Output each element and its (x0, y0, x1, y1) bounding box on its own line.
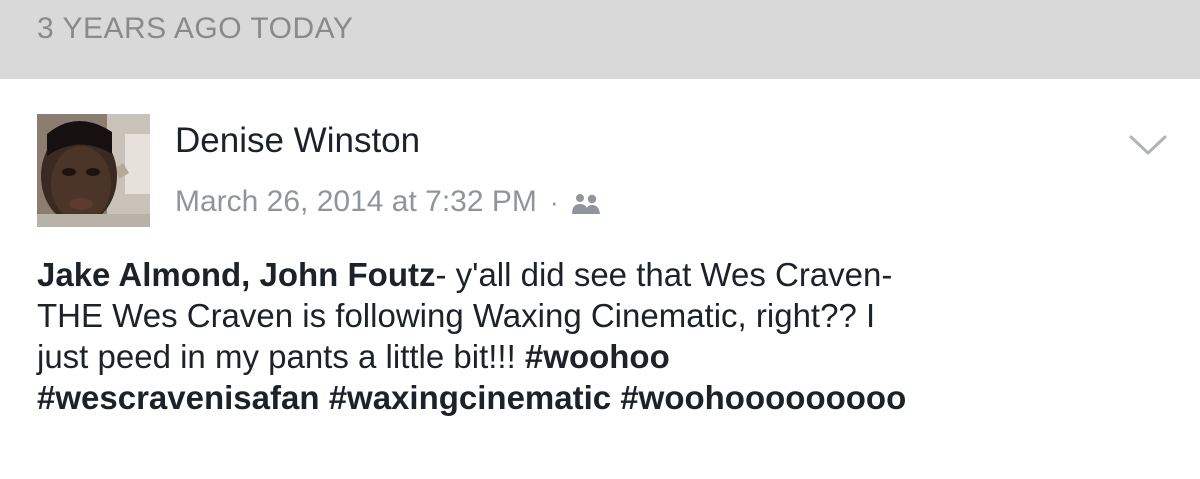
hashtag-link[interactable]: #woohoo (525, 338, 670, 375)
post-meta: March 26, 2014 at 7:32 PM · (175, 182, 605, 222)
post-line-1: Jake Almond, John Foutz- y'all did see t… (37, 254, 1177, 295)
post-line-2: THE Wes Craven is following Waxing Cinem… (37, 297, 876, 334)
tag-separator: , (241, 256, 260, 293)
friends-icon[interactable] (571, 190, 605, 214)
hashtag-link[interactable]: #waxingcinematic (329, 379, 611, 416)
post-line-4: #wescravenisafan #waxingcinematic #wooho… (37, 377, 1177, 418)
hashtag-link[interactable]: #wescravenisafan (37, 379, 320, 416)
post-text-segment: just peed in my pants a little bit!!! (37, 338, 525, 375)
post-text-segment: - y'all did see that Wes Craven- (435, 256, 893, 293)
memory-header-title: 3 YEARS AGO TODAY (37, 12, 354, 45)
post-line-3: just peed in my pants a little bit!!! #w… (37, 336, 1177, 377)
post-timestamp[interactable]: March 26, 2014 at 7:32 PM (175, 185, 537, 219)
tagged-person-link[interactable]: John Foutz (260, 256, 436, 293)
chevron-down-icon[interactable] (1128, 129, 1168, 159)
post-body: Jake Almond, John Foutz- y'all did see t… (37, 254, 1177, 418)
meta-separator: · (549, 186, 559, 217)
post-card: Denise Winston March 26, 2014 at 7:32 PM… (0, 79, 1200, 479)
memory-header: 3 YEARS AGO TODAY (0, 0, 1200, 79)
tagged-person-link[interactable]: Jake Almond (37, 256, 241, 293)
avatar[interactable] (37, 114, 150, 227)
author-name[interactable]: Denise Winston (175, 121, 420, 161)
avatar-photo (37, 114, 150, 227)
memory-post-page: 3 YEARS AGO TODAY Denise Winston March 2… (0, 0, 1200, 479)
hashtag-link[interactable]: #woohooooooooo (620, 379, 906, 416)
